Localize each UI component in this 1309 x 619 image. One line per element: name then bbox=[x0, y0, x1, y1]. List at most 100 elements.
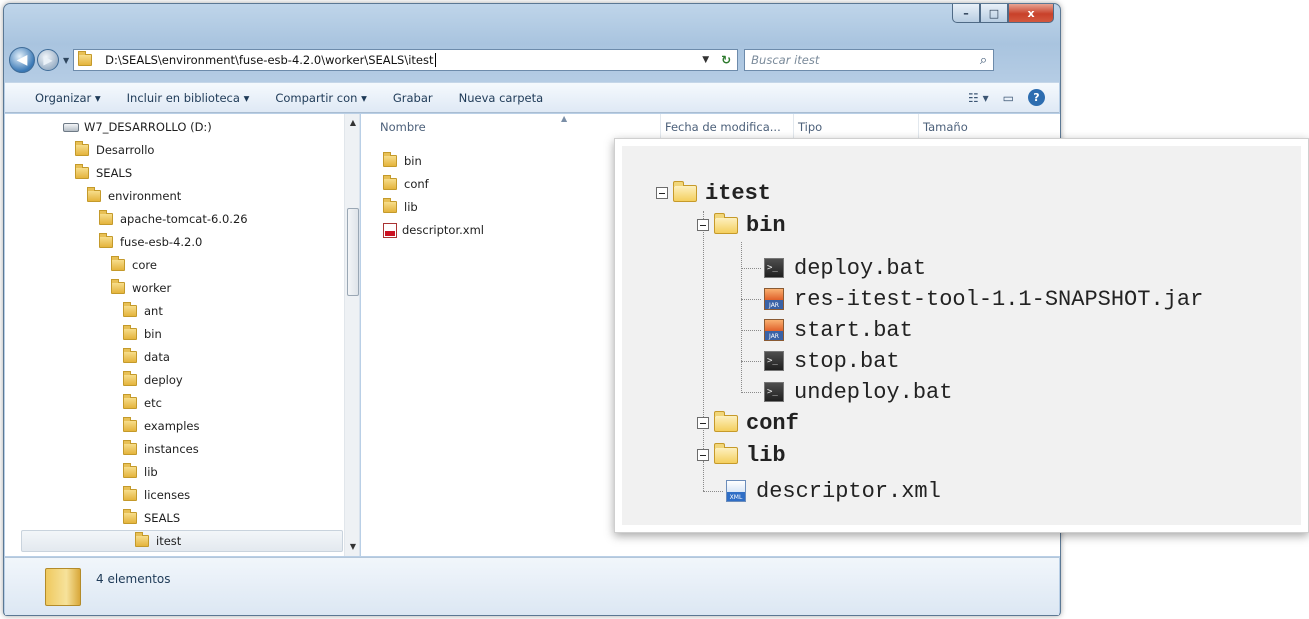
file-name: conf bbox=[404, 177, 429, 191]
file-row[interactable]: lib bbox=[383, 196, 418, 218]
column-name[interactable]: Nombre bbox=[376, 114, 661, 140]
tree-item[interactable]: lib bbox=[123, 461, 158, 483]
tree-item-label: SEALS bbox=[144, 511, 181, 525]
search-icon[interactable]: ⌕ bbox=[980, 53, 987, 68]
tree-item[interactable]: examples bbox=[123, 415, 200, 437]
close-button[interactable]: x bbox=[1008, 4, 1054, 23]
tree-item[interactable]: bin bbox=[123, 323, 162, 345]
file-row[interactable]: conf bbox=[383, 173, 429, 195]
navigation-bar: ◀ ▶ ▼ D:\SEALS\environment\fuse-esb-4.2.… bbox=[9, 44, 1055, 76]
jar-file-icon: JAR bbox=[764, 288, 784, 310]
address-bar[interactable]: D:\SEALS\environment\fuse-esb-4.2.0\work… bbox=[73, 49, 739, 71]
tree-item-label: data bbox=[144, 350, 170, 364]
file-row[interactable]: descriptor.xml bbox=[383, 219, 484, 241]
organize-menu[interactable]: Organizar ▾ bbox=[35, 91, 101, 105]
maximize-button[interactable]: □ bbox=[980, 4, 1008, 23]
scrollbar-thumb[interactable] bbox=[347, 208, 359, 296]
address-dropdown-icon[interactable]: ▼ bbox=[702, 55, 709, 65]
node-label: lib bbox=[746, 442, 786, 468]
file-name: lib bbox=[404, 200, 418, 214]
tree-item[interactable]: fuse-esb-4.2.0 bbox=[99, 231, 202, 253]
tree-item-label: W7_DESARROLLO (D:) bbox=[84, 120, 212, 134]
node-label: deploy.bat bbox=[794, 255, 927, 281]
node-label: res-itest-tool-1.1-SNAPSHOT.jar bbox=[794, 286, 1204, 312]
file-row[interactable]: bin bbox=[383, 150, 422, 172]
folder-icon bbox=[383, 175, 397, 190]
scroll-down-icon[interactable]: ▼ bbox=[345, 542, 359, 551]
folder-icon bbox=[99, 210, 113, 225]
search-placeholder: Buscar itest bbox=[751, 53, 820, 67]
nav-scrollbar[interactable]: ▲ ▼ bbox=[344, 114, 359, 556]
column-size[interactable]: Tamaño bbox=[919, 114, 1009, 140]
folder-icon bbox=[111, 279, 125, 294]
tree-connector bbox=[741, 330, 761, 331]
tree-node-file: >_ stop.bat bbox=[764, 346, 900, 376]
address-path[interactable]: D:\SEALS\environment\fuse-esb-4.2.0\work… bbox=[105, 53, 433, 67]
open-folder-icon bbox=[714, 442, 738, 464]
refresh-icon[interactable]: ↻ bbox=[721, 53, 731, 67]
tree-item-label: bin bbox=[144, 327, 162, 341]
tree-item-label: examples bbox=[144, 419, 200, 433]
column-type[interactable]: Tipo bbox=[794, 114, 919, 140]
tree-item[interactable]: data bbox=[123, 346, 170, 368]
forward-button[interactable]: ▶ bbox=[37, 49, 59, 71]
node-label: bin bbox=[746, 212, 786, 238]
view-options-icon[interactable]: ☷ ▾ bbox=[968, 91, 989, 105]
node-label: stop.bat bbox=[794, 348, 900, 374]
new-folder-button[interactable]: Nueva carpeta bbox=[459, 91, 544, 105]
column-date[interactable]: Fecha de modifica... bbox=[661, 114, 794, 140]
folder-icon bbox=[123, 463, 137, 478]
tree-item-label: environment bbox=[108, 189, 182, 203]
window-controls: – □ x bbox=[952, 4, 1054, 23]
tree-item[interactable]: worker bbox=[111, 277, 171, 299]
tree-node-file: >_ undeploy.bat bbox=[764, 377, 952, 407]
tree-background: itest bin >_ deploy.bat JAR res-itest-to… bbox=[622, 146, 1301, 525]
tree-item[interactable]: environment bbox=[87, 185, 181, 207]
tree-item-label: fuse-esb-4.2.0 bbox=[120, 235, 203, 249]
tree-item-selected[interactable]: itest bbox=[21, 530, 343, 552]
tree-item[interactable]: SEALS bbox=[75, 162, 132, 184]
folder-icon bbox=[135, 532, 149, 547]
search-input[interactable]: Buscar itest ⌕ bbox=[744, 49, 995, 71]
tree-item[interactable]: core bbox=[111, 254, 157, 276]
tree-connector bbox=[703, 491, 723, 492]
tree-node-file: >_ deploy.bat bbox=[764, 253, 926, 283]
tree-item-label: lib bbox=[144, 465, 158, 479]
tree-node-file: JAR res-itest-tool-1.1-SNAPSHOT.jar bbox=[764, 284, 1203, 314]
tree-item[interactable]: apache-tomcat-6.0.26 bbox=[99, 208, 248, 230]
tree-item-label: licenses bbox=[144, 488, 191, 502]
recent-pages-dropdown[interactable]: ▼ bbox=[63, 56, 69, 65]
tree-node-conf: conf bbox=[697, 408, 799, 438]
tree-item[interactable]: ant bbox=[123, 300, 163, 322]
tree-item[interactable]: SEALS bbox=[123, 507, 180, 529]
folder-icon bbox=[45, 568, 81, 606]
folder-icon bbox=[123, 302, 137, 317]
command-toolbar: Organizar ▾ Incluir en biblioteca ▾ Comp… bbox=[5, 82, 1059, 113]
tree-item-label: core bbox=[132, 258, 157, 272]
preview-pane-icon[interactable]: ▭ bbox=[1003, 91, 1014, 105]
folder-icon bbox=[75, 141, 89, 156]
minimize-button[interactable]: – bbox=[952, 4, 980, 23]
scroll-up-icon[interactable]: ▲ bbox=[345, 118, 359, 127]
folder-icon bbox=[123, 371, 137, 386]
share-with-menu[interactable]: Compartir con ▾ bbox=[275, 91, 367, 105]
tree-item[interactable]: Desarrollo bbox=[75, 139, 154, 161]
open-folder-icon bbox=[673, 180, 697, 202]
open-folder-icon bbox=[714, 410, 738, 432]
tree-item-label: worker bbox=[132, 281, 172, 295]
tree-item[interactable]: etc bbox=[123, 392, 162, 414]
collapse-icon bbox=[697, 417, 709, 429]
tree-item-drive[interactable]: W7_DESARROLLO (D:) bbox=[63, 116, 212, 138]
tree-item[interactable]: deploy bbox=[123, 369, 183, 391]
navigation-pane[interactable]: W7_DESARROLLO (D:) Desarrollo SEALS envi… bbox=[5, 114, 360, 556]
help-icon[interactable]: ? bbox=[1028, 89, 1045, 106]
back-button[interactable]: ◀ bbox=[9, 47, 35, 73]
tree-item-label: instances bbox=[144, 442, 199, 456]
include-library-menu[interactable]: Incluir en biblioteca ▾ bbox=[127, 91, 250, 105]
batch-file-icon: >_ bbox=[764, 351, 784, 371]
tree-item[interactable]: licenses bbox=[123, 484, 190, 506]
folder-icon bbox=[123, 486, 137, 501]
tree-item[interactable]: instances bbox=[123, 438, 199, 460]
node-label: undeploy.bat bbox=[794, 379, 953, 405]
burn-button[interactable]: Grabar bbox=[393, 91, 433, 105]
